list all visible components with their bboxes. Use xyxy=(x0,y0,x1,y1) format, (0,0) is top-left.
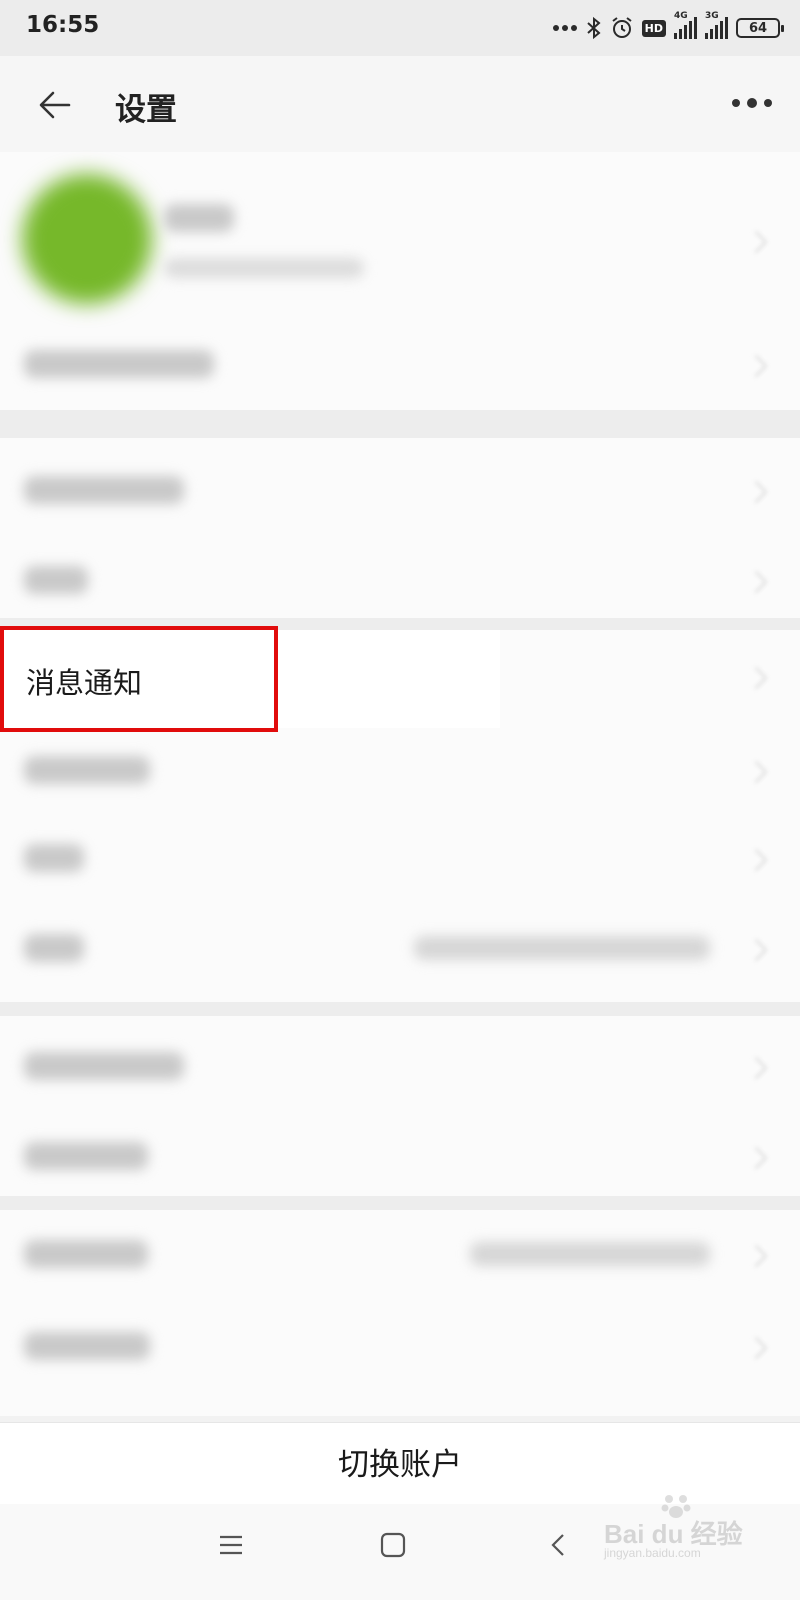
chevron-right-icon xyxy=(744,570,768,594)
setting-item-blurred[interactable] xyxy=(24,756,150,784)
home-icon[interactable] xyxy=(380,1532,406,1558)
setting-value-blurred xyxy=(414,936,710,960)
settings-group xyxy=(0,1210,800,1416)
setting-item-blurred[interactable] xyxy=(24,1240,148,1268)
menu-icon[interactable] xyxy=(218,1532,244,1558)
hd-icon: HD xyxy=(641,19,666,37)
settings-group xyxy=(0,1016,800,1196)
chevron-right-icon xyxy=(744,1056,768,1080)
chevron-right-icon xyxy=(744,666,768,690)
profile-subtitle-blurred xyxy=(164,258,364,278)
bluetooth-icon xyxy=(586,16,602,40)
back-icon[interactable] xyxy=(548,1532,568,1558)
alarm-icon xyxy=(610,16,634,40)
chevron-right-icon xyxy=(744,1146,768,1170)
back-arrow-icon[interactable] xyxy=(36,86,74,124)
chevron-right-icon xyxy=(744,1336,768,1360)
switch-account-label: 切换账户 xyxy=(338,1447,462,1483)
status-bar: 16:55 HD 4G 3G 64 xyxy=(0,0,800,56)
profile-name-blurred xyxy=(164,204,234,232)
avatar xyxy=(22,174,152,304)
chevron-right-icon xyxy=(744,230,768,254)
setting-item-blurred[interactable] xyxy=(24,1142,148,1170)
chevron-right-icon xyxy=(744,848,768,872)
chevron-right-icon xyxy=(744,1244,768,1268)
more-dots-icon xyxy=(552,24,578,32)
watermark-logo: Bai du 经验 jingyan.baidu.com xyxy=(604,1488,764,1560)
setting-item-blurred[interactable] xyxy=(24,1052,184,1080)
signal-4g-icon: 4G xyxy=(674,11,697,39)
settings-list: 消息通知 xyxy=(0,152,800,1422)
setting-item-blurred[interactable] xyxy=(24,566,88,594)
setting-item-blurred[interactable] xyxy=(24,934,84,962)
setting-item-blurred[interactable] xyxy=(24,350,214,378)
more-options-icon[interactable] xyxy=(730,96,774,110)
setting-value-blurred xyxy=(470,1242,710,1266)
status-icons: HD 4G 3G 64 xyxy=(552,11,784,42)
highlight-box xyxy=(0,626,278,732)
app-header: 设置 xyxy=(0,56,800,152)
setting-item-blurred[interactable] xyxy=(24,476,184,504)
setting-item-blurred[interactable] xyxy=(24,1332,150,1360)
profile-section[interactable] xyxy=(0,152,800,410)
chevron-right-icon xyxy=(744,480,768,504)
battery-icon: 64 xyxy=(736,18,784,38)
chevron-right-icon xyxy=(744,938,768,962)
chevron-right-icon xyxy=(744,760,768,784)
watermark-url: jingyan.baidu.com xyxy=(604,1546,701,1560)
signal-3g-icon: 3G xyxy=(705,11,728,39)
setting-item-blurred[interactable] xyxy=(24,844,84,872)
settings-group xyxy=(0,438,800,618)
page-title: 设置 xyxy=(115,92,177,128)
chevron-right-icon xyxy=(744,354,768,378)
status-time: 16:55 xyxy=(26,12,100,38)
